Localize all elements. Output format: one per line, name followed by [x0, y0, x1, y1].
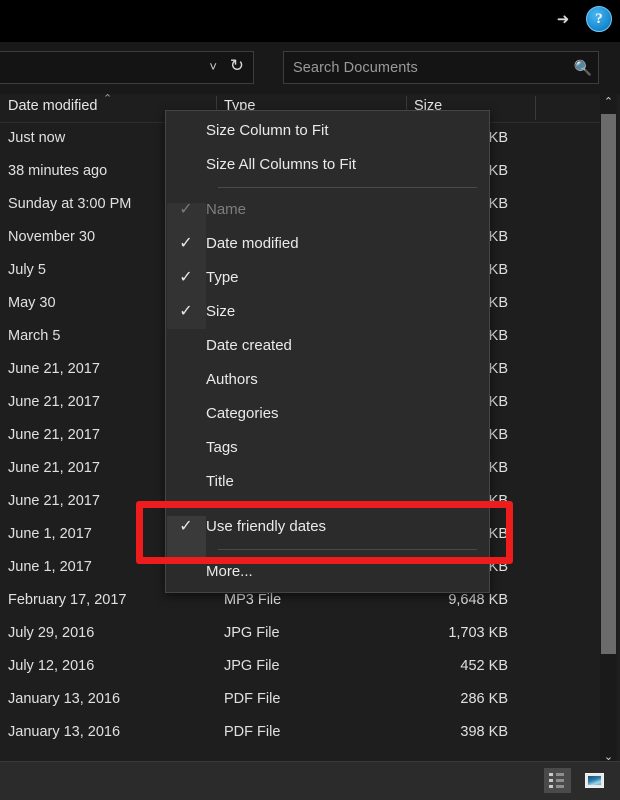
- menu-item-label: Categories: [206, 405, 279, 422]
- status-bar: [0, 761, 620, 800]
- cell-type: JPG File: [224, 625, 280, 641]
- cell-date-modified: June 21, 2017: [8, 427, 100, 443]
- menu-item: ✓ Name: [166, 193, 489, 227]
- menu-item[interactable]: ✓ Date modified: [166, 227, 489, 261]
- menu-item[interactable]: Tags: [166, 431, 489, 465]
- menu-item-label: More...: [206, 563, 253, 580]
- menu-item-label: Date created: [206, 337, 292, 354]
- cell-date-modified: June 21, 2017: [8, 361, 100, 377]
- chevron-down-icon[interactable]: ➜: [552, 8, 574, 30]
- cell-type: JPG File: [224, 658, 280, 674]
- navigation-bar: ˅ ↻ Search Documents 🔍: [0, 42, 620, 94]
- menu-item-label: Tags: [206, 439, 238, 456]
- menu-item[interactable]: ✓ Size: [166, 295, 489, 329]
- menu-separator: [218, 549, 477, 550]
- cell-date-modified: June 21, 2017: [8, 493, 100, 509]
- menu-item-label: Authors: [206, 371, 258, 388]
- menu-item[interactable]: More...: [166, 555, 489, 589]
- table-row[interactable]: July 29, 2016 JPG File 1,703 KB: [0, 617, 600, 650]
- large-icons-view-button[interactable]: [581, 768, 608, 793]
- menu-item[interactable]: Size All Columns to Fit: [166, 148, 489, 182]
- menu-item[interactable]: ✓ Type: [166, 261, 489, 295]
- cell-date-modified: February 17, 2017: [8, 592, 127, 608]
- checkmark-icon: ✓: [179, 201, 193, 218]
- cell-date-modified: 38 minutes ago: [8, 163, 108, 179]
- menu-item-label: Size Column to Fit: [206, 122, 329, 139]
- menu-item-label: Title: [206, 473, 234, 490]
- menu-separator: [218, 504, 477, 505]
- title-bar-actions: ➜ ?: [552, 6, 612, 32]
- checkmark-icon: ✓: [179, 518, 193, 535]
- table-row[interactable]: January 13, 2016 PDF File 398 KB: [0, 716, 600, 749]
- cell-size: 286 KB: [460, 691, 508, 707]
- scroll-up-icon[interactable]: ⌃: [600, 94, 617, 111]
- refresh-icon[interactable]: ↻: [230, 56, 244, 76]
- cell-date-modified: June 21, 2017: [8, 394, 100, 410]
- cell-date-modified: July 29, 2016: [8, 625, 95, 641]
- view-mode-buttons: [544, 768, 608, 793]
- menu-item[interactable]: Categories: [166, 397, 489, 431]
- cell-date-modified: January 13, 2016: [8, 691, 121, 707]
- cell-size: 452 KB: [460, 658, 508, 674]
- cell-date-modified: Just now: [8, 130, 66, 146]
- cell-date-modified: July 5: [8, 262, 46, 278]
- cell-date-modified: May 30: [8, 295, 56, 311]
- menu-item-label: Use friendly dates: [206, 518, 327, 535]
- menu-item[interactable]: Date created: [166, 329, 489, 363]
- column-header-date-modified[interactable]: Date modified: [8, 98, 97, 114]
- details-view-button[interactable]: [544, 768, 571, 793]
- cell-date-modified: March 5: [8, 328, 61, 344]
- cell-type: PDF File: [224, 724, 281, 740]
- sort-indicator-icon: ⌃: [103, 93, 113, 105]
- menu-item[interactable]: Title: [166, 465, 489, 499]
- checkmark-icon: ✓: [179, 303, 193, 320]
- menu-separator: [218, 187, 477, 188]
- cell-date-modified: June 21, 2017: [8, 460, 100, 476]
- menu-item[interactable]: Authors: [166, 363, 489, 397]
- search-input[interactable]: Search Documents: [284, 60, 568, 76]
- table-row[interactable]: January 13, 2016 PDF File 286 KB: [0, 683, 600, 716]
- large-icons-view-icon: [585, 773, 604, 788]
- cell-date-modified: June 1, 2017: [8, 526, 92, 542]
- checkmark-icon: ✓: [179, 269, 193, 286]
- search-icon[interactable]: 🔍: [568, 59, 598, 77]
- column-context-menu[interactable]: Size Column to Fit Size All Columns to Fi…: [165, 110, 490, 593]
- help-button[interactable]: ?: [586, 6, 612, 32]
- file-explorer-window: ➜ ? ˅ ↻ Search Documents 🔍 ⌃ Date modifi…: [0, 0, 620, 800]
- column-divider[interactable]: [535, 96, 536, 120]
- menu-item-label: Date modified: [206, 235, 299, 252]
- title-bar: ➜ ?: [0, 0, 620, 42]
- cell-date-modified: January 13, 2016: [8, 724, 121, 740]
- address-bar[interactable]: ˅ ↻: [0, 51, 254, 84]
- menu-item[interactable]: ✓ Use friendly dates: [166, 510, 489, 544]
- cell-date-modified: Sunday at 3:00 PM: [8, 196, 132, 212]
- details-view-icon: [549, 773, 566, 788]
- cell-size: 398 KB: [460, 724, 508, 740]
- menu-item-label: Name: [206, 201, 247, 218]
- cell-date-modified: June 1, 2017: [8, 559, 92, 575]
- search-box[interactable]: Search Documents 🔍: [283, 51, 599, 84]
- menu-item-label: Type: [206, 269, 239, 286]
- menu-item-label: Size All Columns to Fit: [206, 156, 357, 173]
- cell-date-modified: July 12, 2016: [8, 658, 95, 674]
- cell-size: 1,703 KB: [448, 625, 508, 641]
- scrollbar-thumb[interactable]: [601, 114, 616, 654]
- menu-item[interactable]: Size Column to Fit: [166, 114, 489, 148]
- checkmark-icon: ✓: [179, 235, 193, 252]
- cell-date-modified: November 30: [8, 229, 96, 245]
- table-row[interactable]: July 12, 2016 JPG File 452 KB: [0, 650, 600, 683]
- menu-item-label: Size: [206, 303, 236, 320]
- chevron-down-icon[interactable]: ˅: [209, 59, 217, 74]
- cell-type: PDF File: [224, 691, 281, 707]
- vertical-scrollbar[interactable]: ⌃ ⌄: [600, 94, 617, 766]
